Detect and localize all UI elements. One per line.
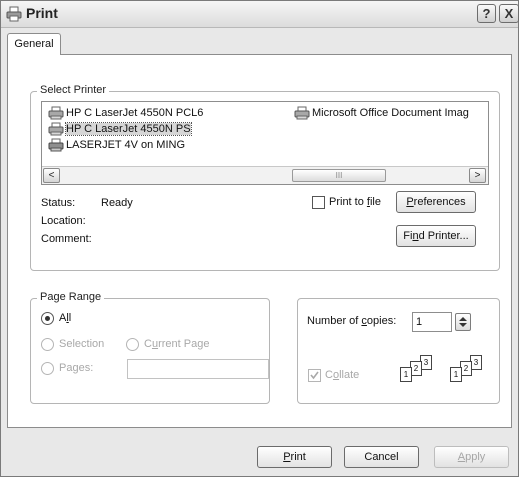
- scroll-left-button[interactable]: <: [43, 168, 60, 183]
- pages-radio[interactable]: [41, 362, 54, 375]
- print-dialog: Print ? X General Select Printer HP C La…: [0, 0, 519, 477]
- page-range-group: Page Range All Selection Current Page Pa…: [30, 291, 270, 404]
- collate-page: 1: [400, 367, 412, 382]
- current-page-radio[interactable]: [126, 338, 139, 351]
- copies-group: Number of copies: 1 Collate 3 2 1 3 2 1: [297, 298, 500, 404]
- copies-input[interactable]: 1: [412, 312, 452, 332]
- horizontal-scrollbar[interactable]: < III >: [42, 166, 488, 184]
- print-to-file-checkbox[interactable]: [312, 196, 325, 209]
- scroll-right-button[interactable]: >: [469, 168, 486, 183]
- printer-item[interactable]: HP C LaserJet 4550N PCL6: [46, 105, 205, 121]
- printer-icon: [294, 106, 310, 120]
- scroll-thumb[interactable]: III: [292, 169, 386, 182]
- printer-name: Microsoft Office Document Imag: [312, 107, 469, 119]
- number-of-copies-label: Number of copies:: [307, 315, 397, 327]
- find-printer-button[interactable]: Find Printer...: [396, 225, 476, 247]
- print-to-file-label[interactable]: Print to file: [329, 196, 381, 208]
- select-printer-group: Select Printer HP C LaserJet 4550N PCL6: [30, 84, 500, 271]
- radio-selected-dot: [45, 316, 50, 321]
- printer-item[interactable]: LASERJET 4V on MING: [46, 137, 187, 153]
- collate-checkbox[interactable]: [308, 369, 321, 382]
- printer-list[interactable]: HP C LaserJet 4550N PCL6 HP C LaserJet 4…: [41, 101, 489, 185]
- spin-arrows-icon: [459, 317, 467, 327]
- printer-item[interactable]: Microsoft Office Document Imag: [292, 105, 471, 121]
- location-label: Location:: [41, 215, 86, 227]
- current-page-label[interactable]: Current Page: [144, 338, 209, 350]
- all-label[interactable]: All: [59, 312, 71, 324]
- printer-name: HP C LaserJet 4550N PCL6: [66, 107, 204, 119]
- help-button[interactable]: ?: [477, 4, 496, 23]
- apply-button[interactable]: Apply: [434, 446, 509, 468]
- general-tab-panel: Select Printer HP C LaserJet 4550N PCL6: [7, 54, 512, 428]
- status-label: Status:: [41, 197, 76, 209]
- check-icon: [310, 371, 319, 380]
- pages-input[interactable]: [127, 359, 269, 379]
- comment-label: Comment:: [41, 233, 92, 245]
- close-button[interactable]: X: [499, 4, 519, 23]
- printer-name: LASERJET 4V on MING: [66, 139, 186, 151]
- print-button[interactable]: Print: [257, 446, 332, 468]
- collate-illustration: 3 2 1 3 2 1: [394, 351, 494, 396]
- collate-page: 1: [450, 367, 462, 382]
- printer-item-selected[interactable]: HP C LaserJet 4550N PS: [46, 121, 193, 137]
- dialog-title: Print: [26, 5, 58, 21]
- status-value: Ready: [101, 197, 133, 209]
- copies-spinner[interactable]: [455, 313, 471, 331]
- title-bar[interactable]: Print ? X: [1, 1, 519, 28]
- page-range-legend: Page Range: [37, 291, 105, 303]
- printer-icon: [6, 6, 22, 22]
- cancel-button[interactable]: Cancel: [344, 446, 419, 468]
- collate-label[interactable]: Collate: [325, 369, 359, 381]
- pages-label[interactable]: Pages:: [59, 362, 93, 374]
- select-printer-legend: Select Printer: [37, 84, 110, 96]
- all-radio[interactable]: [41, 312, 54, 325]
- printer-icon: [48, 122, 64, 136]
- preferences-button[interactable]: Preferences: [396, 191, 476, 213]
- tab-general[interactable]: General: [7, 33, 61, 55]
- network-printer-icon: [48, 138, 64, 152]
- selection-label[interactable]: Selection: [59, 338, 104, 350]
- printer-name: HP C LaserJet 4550N PS: [65, 122, 192, 136]
- selection-radio[interactable]: [41, 338, 54, 351]
- printer-icon: [48, 106, 64, 120]
